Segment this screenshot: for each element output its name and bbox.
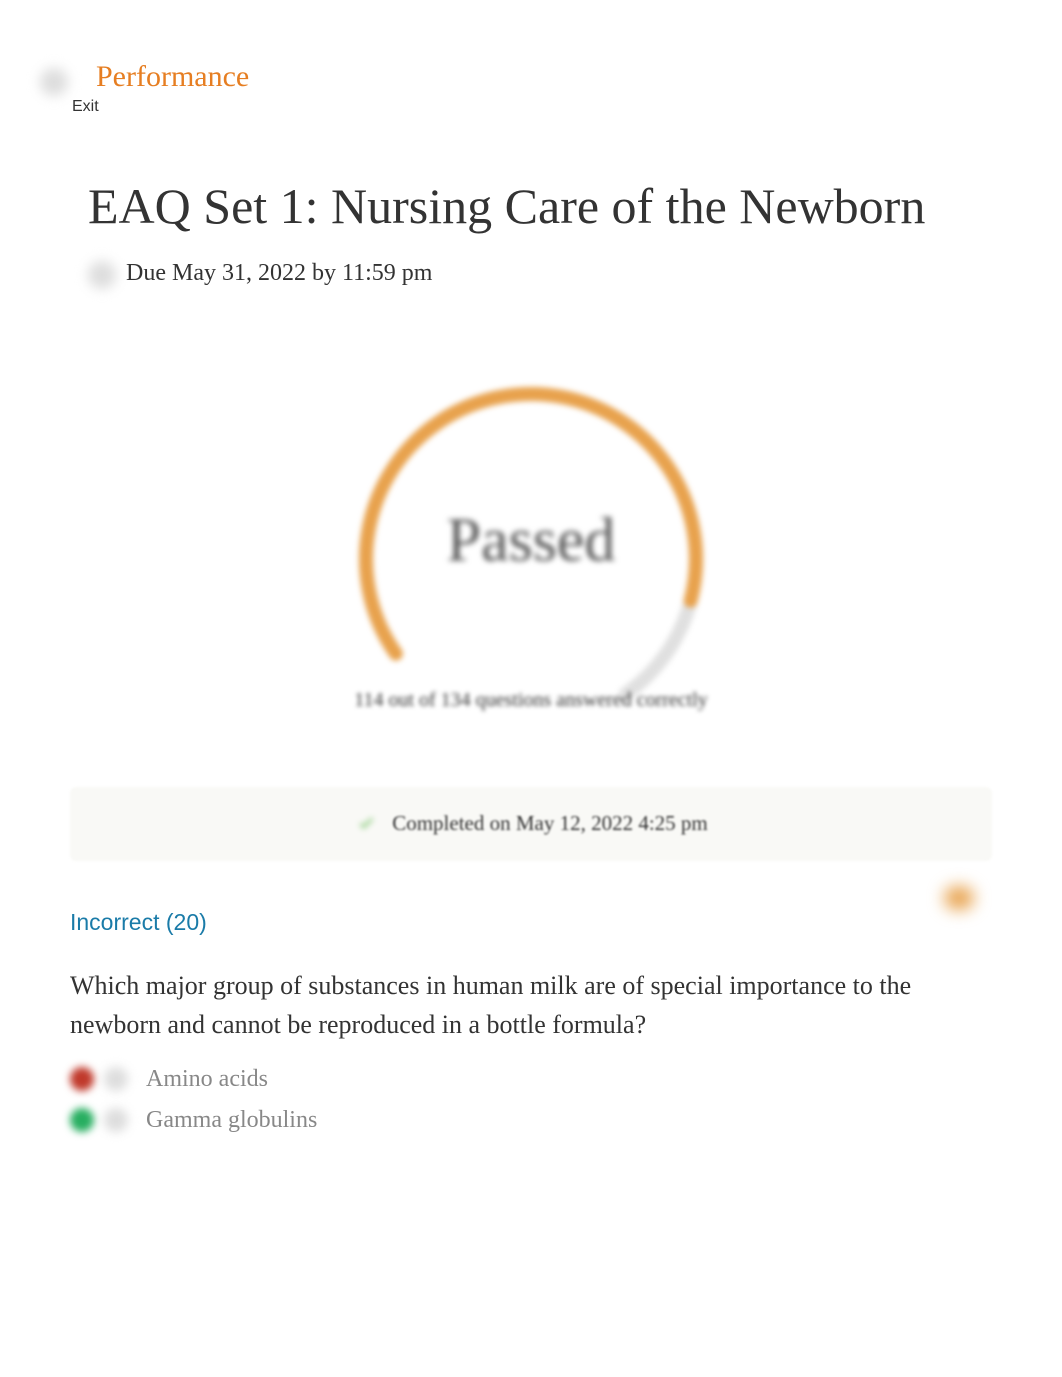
due-text: Due May 31, 2022 by 11:59 pm <box>126 260 432 286</box>
due-blur-icon <box>88 261 116 289</box>
correct-indicator-icon <box>70 1108 94 1132</box>
progress-status-label: Passed <box>447 505 616 576</box>
header-blur-icon <box>40 68 68 96</box>
check-icon <box>354 811 380 837</box>
progress-subtitle: 114 out of 134 questions answered correc… <box>354 689 708 712</box>
right-blur-icon <box>944 886 974 910</box>
radio-blur-icon <box>104 1067 128 1091</box>
incorrect-indicator-icon <box>70 1067 94 1091</box>
incorrect-heading[interactable]: Incorrect (20) <box>70 909 207 936</box>
due-line: Due May 31, 2022 by 11:59 pm <box>88 260 992 288</box>
question-text: Which major group of substances in human… <box>70 966 992 1044</box>
completion-text: Completed on May 12, 2022 4:25 pm <box>392 811 708 836</box>
completion-banner: Completed on May 12, 2022 4:25 pm <box>70 787 992 861</box>
answer-row-incorrect: Amino acids <box>70 1066 992 1093</box>
answer-row-correct: Gamma globulins <box>70 1107 992 1134</box>
exit-link[interactable]: Exit <box>72 98 992 116</box>
incorrect-row: Incorrect (20) <box>70 861 992 936</box>
performance-link[interactable]: Performance <box>96 60 249 93</box>
answer-text: Gamma globulins <box>146 1107 317 1134</box>
progress-container: Passed 114 out of 134 questions answered… <box>70 379 992 712</box>
progress-circle: Passed <box>351 379 711 739</box>
radio-blur-icon <box>104 1108 128 1132</box>
page-title: EAQ Set 1: Nursing Care of the Newborn <box>88 176 992 236</box>
header-row: Performance <box>70 60 992 96</box>
answer-text: Amino acids <box>146 1066 268 1093</box>
